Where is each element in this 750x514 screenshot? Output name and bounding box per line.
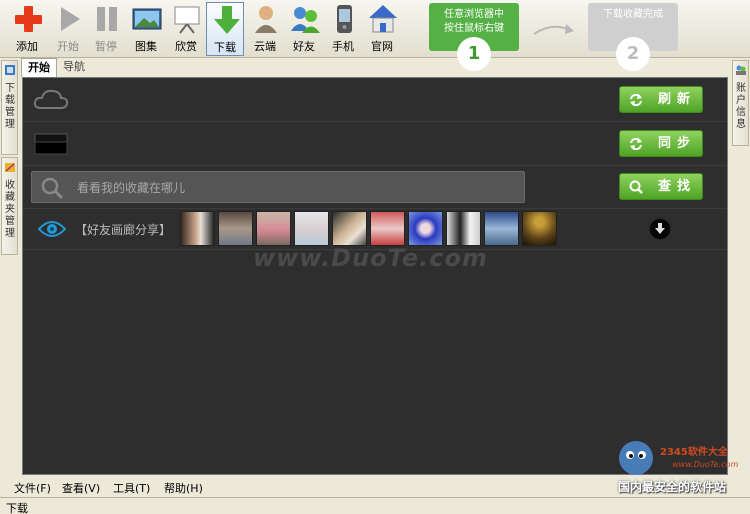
search-icon xyxy=(41,177,64,200)
search-input[interactable] xyxy=(77,178,507,198)
account-icon xyxy=(736,65,746,75)
phone-button[interactable]: 手机 xyxy=(324,2,362,56)
thumbnail[interactable] xyxy=(370,211,405,246)
svg-text:2345软件大全: 2345软件大全 xyxy=(660,445,729,458)
refresh-button[interactable]: 刷新 xyxy=(619,86,703,113)
thumbnail[interactable] xyxy=(256,211,291,246)
download-icon xyxy=(214,6,240,34)
hint-step-2: 下载收藏完成 2 xyxy=(588,3,678,71)
thumbnail[interactable] xyxy=(446,211,481,246)
sync-icon xyxy=(630,137,642,151)
curved-arrow-icon xyxy=(533,24,574,35)
refresh-icon xyxy=(630,93,642,107)
cloud-button[interactable]: 云端 xyxy=(246,2,284,56)
pause-button[interactable]: 暂停 xyxy=(87,2,125,56)
tab-navigation[interactable]: 导航 xyxy=(57,58,91,77)
watermark: www.DuoTe.com xyxy=(253,244,488,272)
hint-step-1: 任意浏览器中 按住鼠标右键 1 xyxy=(429,3,519,71)
thumbnail[interactable] xyxy=(294,211,329,246)
add-button[interactable]: 添加 xyxy=(8,2,46,56)
menu-view[interactable]: 查看(V) xyxy=(62,480,100,496)
tab-bar: 开始 导航 xyxy=(21,58,91,77)
drive-icon xyxy=(34,133,68,155)
slideshow-icon xyxy=(174,6,200,34)
gallery-icon xyxy=(132,8,162,30)
magnifier-icon xyxy=(629,180,643,194)
play-icon xyxy=(61,7,80,31)
menu-help[interactable]: 帮助(H) xyxy=(164,480,203,496)
step-1-badge: 1 xyxy=(457,37,491,71)
status-text: 下载 xyxy=(6,502,28,514)
brand-slogan: 国内最安全的软件站 xyxy=(618,480,727,494)
thumbnail[interactable] xyxy=(484,211,519,246)
thumbnail[interactable] xyxy=(180,211,215,246)
eye-icon[interactable] xyxy=(37,217,67,241)
sync-button[interactable]: 同步 xyxy=(619,130,703,157)
pause-icon xyxy=(97,7,117,31)
start-button[interactable]: 开始 xyxy=(49,2,87,56)
add-icon xyxy=(15,6,42,32)
menu-file[interactable]: 文件(F) xyxy=(14,480,51,496)
download-button[interactable]: 下载 xyxy=(206,2,244,56)
sync-row: 同步 xyxy=(23,122,727,166)
thumbnail[interactable] xyxy=(332,211,367,246)
website-button[interactable]: 官网 xyxy=(363,2,401,56)
find-button[interactable]: 查找 xyxy=(619,173,703,200)
toolbar: 添加 开始 暂停 图集 欣赏 下载 云端 好友 手机 官网 任意浏览器中 按住鼠… xyxy=(0,0,750,71)
step-2-badge: 2 xyxy=(616,37,650,71)
start-panel: 刷新 同步 查找 xyxy=(22,77,728,475)
search-box xyxy=(31,171,525,203)
status-bar: 下载 xyxy=(0,497,750,514)
thumbnail[interactable] xyxy=(522,211,557,246)
side-tab-download-manager[interactable]: 下载管理 xyxy=(1,60,18,155)
download-manager-icon xyxy=(5,65,15,75)
tab-start[interactable]: 开始 xyxy=(21,58,57,77)
side-tab-favorites-manager[interactable]: 收藏夹管理 xyxy=(1,157,18,255)
side-tab-account-info[interactable]: 账户信息 xyxy=(732,60,749,146)
cloud-user-icon xyxy=(255,6,277,33)
thumbnail[interactable] xyxy=(408,211,443,246)
cloud-icon xyxy=(33,89,69,109)
favorites-icon xyxy=(5,163,15,172)
slideshow-button[interactable]: 欣赏 xyxy=(167,2,205,56)
friends-button[interactable]: 好友 xyxy=(285,2,323,56)
download-more-icon[interactable] xyxy=(649,218,671,240)
home-icon xyxy=(369,5,397,33)
thumbnail[interactable] xyxy=(218,211,253,246)
friends-icon xyxy=(291,7,320,33)
gallery-share-label: 【好友画廊分享】 xyxy=(75,223,172,237)
menu-tools[interactable]: 工具(T) xyxy=(113,480,150,496)
cloud-row: 刷新 xyxy=(23,78,727,122)
svg-text:www.DuoTe.com: www.DuoTe.com xyxy=(672,460,738,469)
gallery-button[interactable]: 图集 xyxy=(127,2,165,56)
phone-icon xyxy=(337,5,352,33)
